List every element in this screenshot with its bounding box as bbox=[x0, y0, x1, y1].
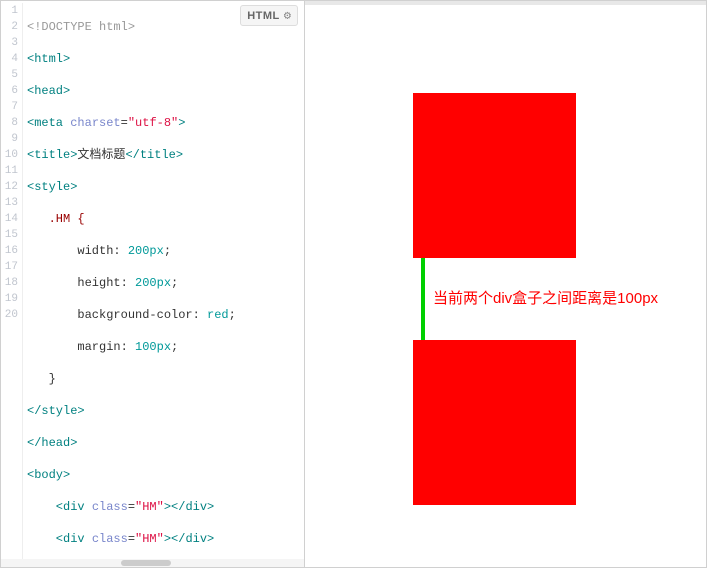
line-number: 12 bbox=[1, 179, 18, 195]
line-number: 11 bbox=[1, 163, 18, 179]
line-number: 18 bbox=[1, 275, 18, 291]
editor-toolbar: HTML ⚙ bbox=[240, 5, 298, 26]
line-number: 15 bbox=[1, 227, 18, 243]
line-number: 17 bbox=[1, 259, 18, 275]
line-number: 9 bbox=[1, 131, 18, 147]
line-number: 14 bbox=[1, 211, 18, 227]
line-gutter: 1 2 3 4 5 6 7 8 9 10 11 12 13 14 15 16 1… bbox=[1, 3, 23, 567]
code-area[interactable]: <!DOCTYPE html> <html> <head> <meta char… bbox=[23, 3, 304, 567]
preview-content: 当前两个div盒子之间距离是100px bbox=[305, 5, 706, 567]
gear-icon[interactable]: ⚙ bbox=[284, 8, 291, 23]
language-label[interactable]: HTML bbox=[247, 10, 280, 22]
editor[interactable]: 1 2 3 4 5 6 7 8 9 10 11 12 13 14 15 16 1… bbox=[1, 1, 304, 567]
line-number: 1 bbox=[1, 3, 18, 19]
preview-box-1 bbox=[413, 93, 576, 258]
code-editor-pane: HTML ⚙ 1 2 3 4 5 6 7 8 9 10 11 12 13 14 … bbox=[1, 1, 305, 567]
line-number: 2 bbox=[1, 19, 18, 35]
line-number: 16 bbox=[1, 243, 18, 259]
horizontal-scrollbar[interactable] bbox=[1, 559, 304, 567]
app-window: HTML ⚙ 1 2 3 4 5 6 7 8 9 10 11 12 13 14 … bbox=[0, 0, 707, 568]
line-number: 20 bbox=[1, 307, 18, 323]
line-number: 7 bbox=[1, 99, 18, 115]
preview-box-2 bbox=[413, 340, 576, 505]
line-number: 4 bbox=[1, 51, 18, 67]
preview-pane: 当前两个div盒子之间距离是100px bbox=[305, 1, 706, 567]
gap-annotation-text: 当前两个div盒子之间距离是100px bbox=[433, 287, 658, 308]
line-number: 10 bbox=[1, 147, 18, 163]
line-number: 3 bbox=[1, 35, 18, 51]
line-number: 8 bbox=[1, 115, 18, 131]
gap-indicator-line bbox=[421, 258, 425, 340]
scrollbar-thumb[interactable] bbox=[121, 560, 171, 566]
line-number: 5 bbox=[1, 67, 18, 83]
line-number: 6 bbox=[1, 83, 18, 99]
line-number: 19 bbox=[1, 291, 18, 307]
line-number: 13 bbox=[1, 195, 18, 211]
